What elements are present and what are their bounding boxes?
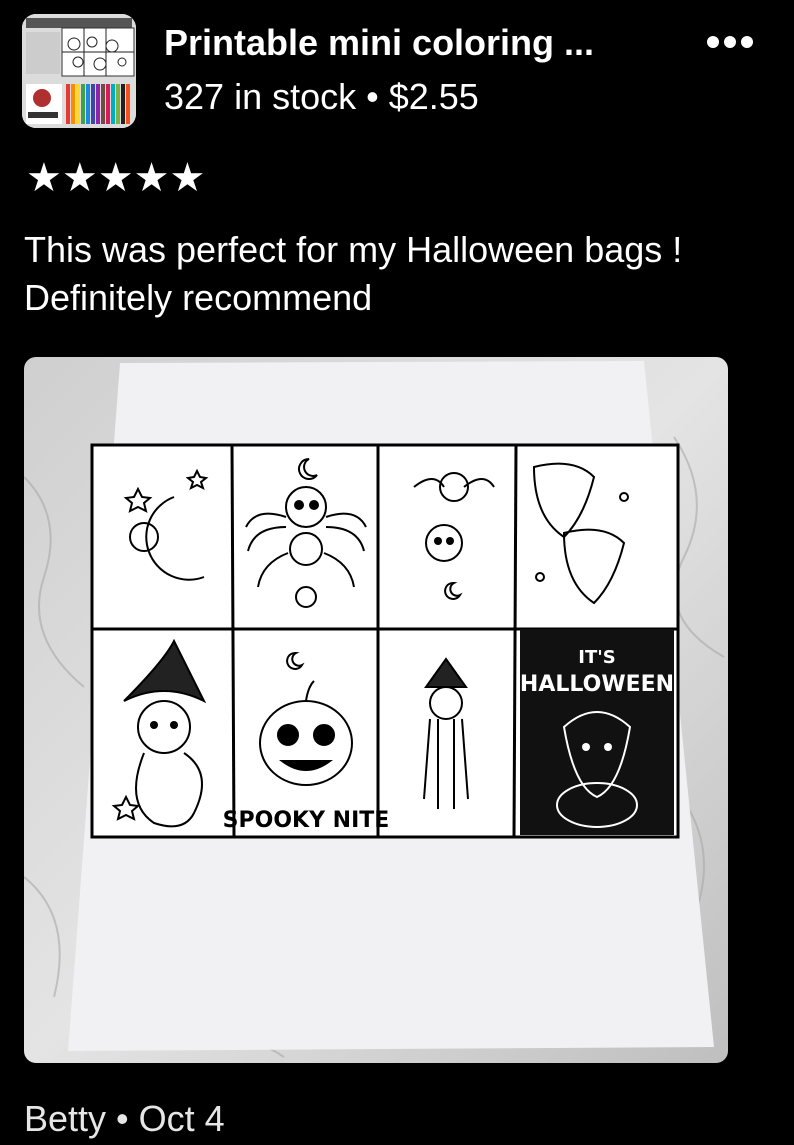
photo-text-its: IT'S [578,647,615,668]
ellipsis-icon [707,36,753,48]
review-author-date: Betty • Oct 4 [24,1098,225,1139]
review-text: This was perfect for my Halloween bags !… [24,229,683,318]
listing-title[interactable]: Printable mini coloring ... [164,22,594,64]
review-photo-image: SPOOKY NITE IT'S HALLOWEEN [24,357,728,1063]
listing-thumbnail[interactable] [22,14,136,128]
photo-text-halloween: HALLOWEEN [520,672,674,697]
listing-thumbnail-image [22,14,136,128]
review-photo[interactable]: SPOOKY NITE IT'S HALLOWEEN [24,357,728,1063]
listing-stock-price: 327 in stock • $2.55 [164,76,479,117]
photo-text-spooky: SPOOKY NITE [223,808,390,833]
more-options-button[interactable] [700,22,760,62]
star-rating: ★★★★★ [26,156,206,200]
